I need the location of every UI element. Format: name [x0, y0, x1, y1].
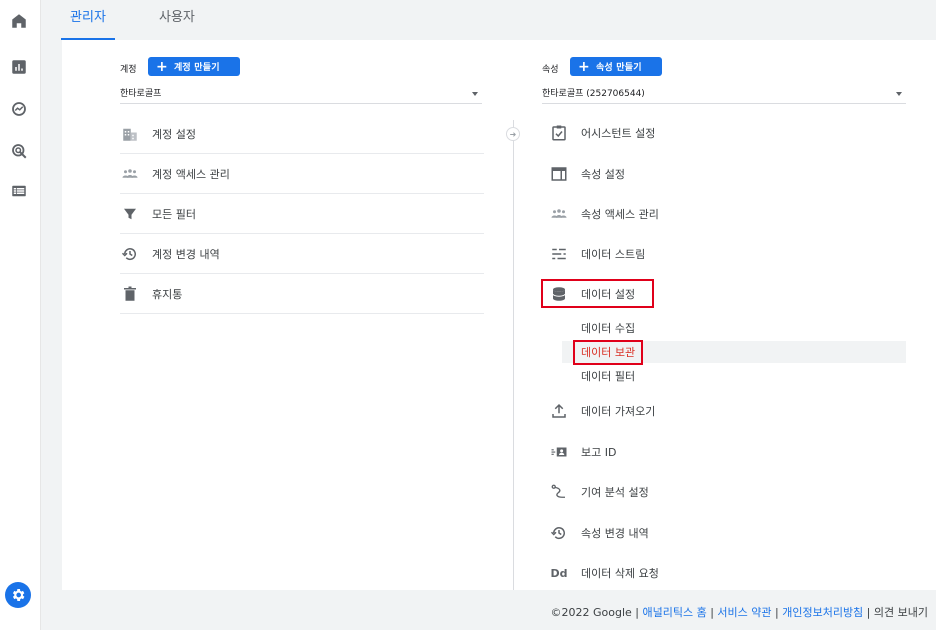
- history-icon: [549, 523, 569, 543]
- account-item-label: 계정 설정: [152, 127, 196, 141]
- create-account-button[interactable]: + 계정 만들기: [148, 57, 240, 76]
- footer-link-privacy[interactable]: 개인정보처리방침: [782, 606, 863, 619]
- dropdown-caret-icon: [472, 92, 478, 96]
- property-item-change-history[interactable]: 속성 변경 내역: [549, 513, 905, 553]
- people-icon: [549, 204, 569, 224]
- property-item-import[interactable]: 데이터 가져오기: [549, 391, 905, 431]
- footer-separator: |: [771, 606, 783, 619]
- footer-link-analytics-home[interactable]: 애널리틱스 홈: [642, 606, 706, 619]
- settings-gear-icon[interactable]: [5, 582, 31, 608]
- account-item-label: 모든 필터: [152, 207, 196, 221]
- footer-separator: |: [631, 606, 643, 619]
- property-item-access[interactable]: 속성 액세스 관리: [549, 194, 905, 234]
- footer: ©2022 Google | 애널리틱스 홈 | 서비스 약관 | 개인정보처리…: [551, 604, 929, 620]
- property-label: 속성: [542, 65, 559, 75]
- property-item-streams[interactable]: 데이터 스트림: [549, 234, 905, 274]
- footer-feedback[interactable]: 의견 보내기: [874, 606, 928, 619]
- reports-icon[interactable]: [10, 58, 28, 76]
- highlight-box-data-settings: [541, 279, 654, 308]
- building-icon: [120, 124, 140, 144]
- footer-separator: |: [706, 606, 718, 619]
- create-property-label: 속성 만들기: [595, 63, 642, 73]
- arrow-right-icon: ➜: [506, 127, 520, 141]
- account-item-change-history[interactable]: 계정 변경 내역: [120, 234, 484, 274]
- dropdown-caret-icon: [896, 92, 902, 96]
- property-item-label: 데이터 스트림: [581, 248, 646, 261]
- property-item-attribution[interactable]: 기여 분석 설정: [549, 472, 905, 512]
- list-icon[interactable]: [10, 182, 28, 200]
- account-item-settings[interactable]: 계정 설정: [120, 114, 484, 154]
- property-item-label: 기여 분석 설정: [581, 486, 649, 499]
- property-item-deletion-requests[interactable]: Dd 데이터 삭제 요청: [549, 553, 905, 593]
- sub-item-data-filters[interactable]: 데이터 필터: [581, 365, 635, 387]
- advertising-icon[interactable]: [10, 142, 28, 160]
- dd-icon: Dd: [550, 566, 568, 580]
- property-item-label: 보고 ID: [581, 446, 617, 459]
- footer-link-terms[interactable]: 서비스 약관: [717, 606, 771, 619]
- footer-copyright: ©2022 Google: [550, 606, 632, 619]
- property-item-label: 데이터 삭제 요청: [581, 567, 659, 580]
- account-label: 계정: [120, 65, 137, 75]
- property-item-assistant[interactable]: 어시스턴트 설정: [549, 113, 905, 153]
- column-divider: [513, 120, 514, 590]
- data-stream-icon: [549, 244, 569, 264]
- explore-icon[interactable]: [10, 100, 28, 118]
- property-selected-value: 한타로골프 (252706544): [542, 89, 645, 99]
- property-item-settings[interactable]: 속성 설정: [549, 154, 905, 194]
- property-item-label: 어시스턴트 설정: [581, 127, 656, 140]
- tab-bar: 관리자 사용자: [41, 0, 936, 40]
- account-item-label: 계정 변경 내역: [152, 247, 220, 261]
- plus-icon: +: [156, 58, 168, 75]
- upload-icon: [549, 401, 569, 421]
- property-item-label: 데이터 가져오기: [581, 405, 656, 418]
- filter-icon: [120, 204, 140, 224]
- id-badge-icon: [549, 442, 569, 462]
- left-nav-rail: [0, 0, 41, 630]
- property-selector[interactable]: 한타로골프 (252706544): [542, 86, 906, 104]
- account-item-label: 휴지통: [152, 287, 183, 301]
- account-item-filters[interactable]: 모든 필터: [120, 194, 484, 234]
- footer-separator: |: [863, 606, 874, 619]
- plus-icon: +: [578, 58, 590, 75]
- trash-icon: [120, 284, 140, 304]
- account-item-access[interactable]: 계정 액세스 관리: [120, 154, 484, 194]
- tab-user[interactable]: 사용자: [159, 8, 195, 38]
- create-property-button[interactable]: + 속성 만들기: [570, 57, 662, 76]
- property-item-label: 속성 변경 내역: [581, 527, 649, 540]
- clipboard-check-icon: [549, 123, 569, 143]
- sub-item-data-collection[interactable]: 데이터 수집: [581, 317, 635, 339]
- account-item-trash[interactable]: 휴지통: [120, 274, 484, 314]
- property-item-reporting-id[interactable]: 보고 ID: [549, 432, 905, 472]
- highlight-box-data-retention: [573, 340, 643, 365]
- tab-admin[interactable]: 관리자: [61, 8, 115, 40]
- people-icon: [120, 164, 140, 184]
- create-account-label: 계정 만들기: [173, 63, 220, 73]
- account-selected-value: 한타로골프: [120, 89, 162, 99]
- account-item-label: 계정 액세스 관리: [152, 167, 230, 181]
- account-selector[interactable]: 한타로골프: [120, 86, 482, 104]
- window-icon: [549, 164, 569, 184]
- property-item-label: 속성 설정: [581, 168, 625, 181]
- attribution-path-icon: [549, 482, 569, 502]
- property-item-label: 속성 액세스 관리: [581, 208, 659, 221]
- home-icon[interactable]: [10, 12, 28, 30]
- history-icon: [120, 244, 140, 264]
